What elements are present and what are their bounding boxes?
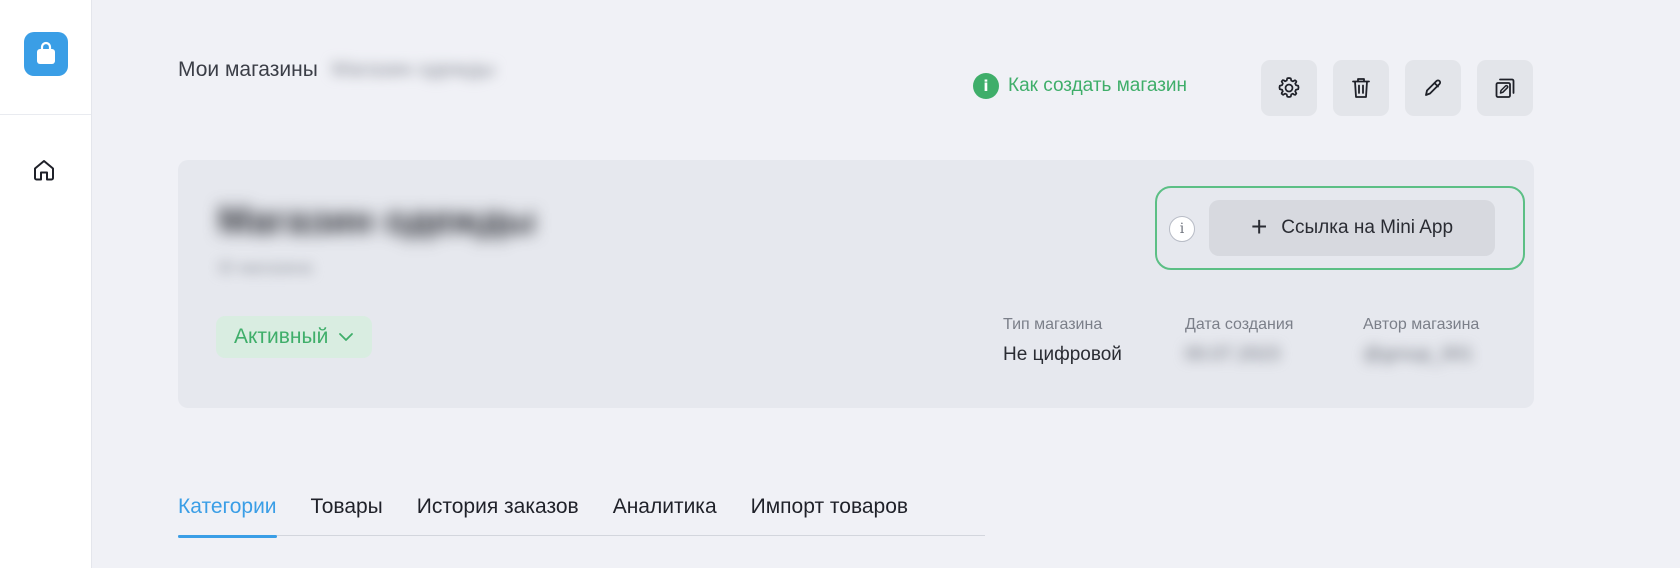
tabs: Категории Товары История заказов Аналити… — [178, 490, 985, 538]
meta-shop-type: Тип магазина Не цифровой — [1003, 316, 1122, 366]
trash-icon — [1352, 78, 1370, 98]
meta-value: 00.07.2023 — [1185, 344, 1281, 365]
breadcrumb: Мои магазины Магазин одежды — [178, 58, 495, 82]
how-to-create-shop-link[interactable]: i Как создать магазин — [973, 73, 1187, 99]
shop-card: Магазин одежды ID магазина Активный i + … — [178, 160, 1534, 408]
tab-categories[interactable]: Категории — [178, 490, 277, 538]
shopping-bag-icon — [36, 41, 55, 64]
breadcrumb-my-shops[interactable]: Мои магазины — [178, 58, 318, 82]
tab-analytics[interactable]: Аналитика — [613, 490, 717, 536]
sidebar-item-home[interactable] — [30, 156, 58, 184]
home-icon — [34, 160, 54, 181]
settings-button[interactable] — [1261, 60, 1317, 116]
copy-icon — [1495, 78, 1515, 98]
sidebar-header — [0, 0, 91, 115]
info-icon[interactable]: i — [1169, 216, 1195, 242]
how-to-create-shop-label: Как создать магазин — [1008, 75, 1188, 96]
info-icon: i — [973, 73, 999, 99]
shop-name: Магазин одежды — [218, 200, 536, 242]
miniapp-link-button[interactable]: + Ссылка на Mini App — [1209, 200, 1495, 256]
meta-label: Тип магазина — [1003, 316, 1103, 333]
shop-subtitle: ID магазина — [218, 258, 313, 277]
meta-created-date: Дата создания 00.07.2023 — [1185, 316, 1293, 366]
meta-value: Не цифровой — [1003, 344, 1122, 365]
plus-icon: + — [1250, 210, 1268, 242]
status-label: Активный — [234, 325, 329, 348]
chevron-down-icon — [339, 333, 354, 341]
miniapp-link-label: Ссылка на Mini App — [1281, 217, 1454, 238]
tab-order-history[interactable]: История заказов — [417, 490, 579, 536]
miniapp-link-highlight: i + Ссылка на Mini App — [1155, 186, 1525, 270]
edit-button[interactable] — [1405, 60, 1461, 116]
pencil-icon — [1425, 79, 1441, 96]
tab-product-import[interactable]: Импорт товаров — [751, 490, 908, 536]
sidebar — [0, 0, 92, 568]
gear-icon — [1278, 77, 1300, 98]
duplicate-button[interactable] — [1477, 60, 1533, 116]
status-dropdown[interactable]: Активный — [216, 316, 373, 358]
app-logo[interactable] — [23, 32, 68, 76]
meta-label: Дата создания — [1185, 316, 1294, 333]
tab-products[interactable]: Товары — [311, 490, 383, 536]
meta-shop-author: Автор магазина @group_001 — [1363, 316, 1479, 366]
delete-button[interactable] — [1333, 60, 1389, 116]
breadcrumb-current-shop: Магазин одежды — [331, 58, 495, 81]
meta-label: Автор магазина — [1363, 316, 1480, 333]
meta-value: @group_001 — [1363, 344, 1474, 365]
